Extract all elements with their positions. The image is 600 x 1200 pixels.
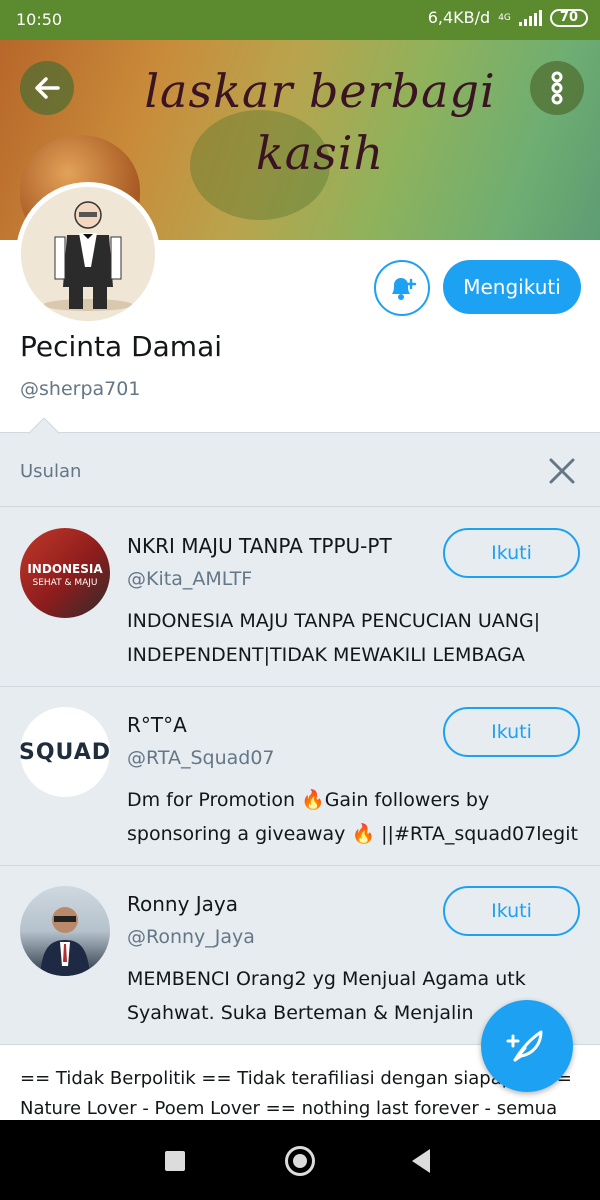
suggestion-handle: @Kita_AMLTF	[127, 568, 253, 590]
compose-feather-icon	[506, 1030, 543, 1062]
avatar-illustration	[21, 187, 155, 321]
recents-button[interactable]	[165, 1151, 185, 1171]
suggestion-item[interactable]: INDONESIA SEHAT & MAJU NKRI MAJU TANPA T…	[0, 508, 600, 687]
close-icon	[549, 458, 575, 484]
close-suggestions-button[interactable]	[546, 455, 578, 487]
profile-avatar[interactable]	[16, 182, 160, 326]
suggestion-bio: INDONESIA MAJU TANPA PENCUCIAN UANG| IND…	[127, 610, 541, 666]
system-back-button[interactable]	[412, 1149, 430, 1173]
banner-text-line2: kasih	[255, 126, 385, 180]
follow-button[interactable]: Ikuti	[443, 528, 580, 578]
more-options-button[interactable]	[530, 61, 584, 115]
more-vertical-icon	[551, 71, 563, 105]
suggestions-header: Usulan	[0, 433, 600, 507]
status-right: 6,4KB/d 4G 70	[428, 8, 588, 27]
bell-plus-icon	[392, 278, 417, 300]
network-speed: 6,4KB/d	[427, 8, 491, 27]
avatar-subtext: SEHAT & MAJU	[32, 578, 98, 588]
signal-icon	[518, 9, 542, 26]
suggestion-handle: @RTA_Squad07	[127, 747, 275, 769]
suggestion-name: R°T°A	[127, 713, 187, 737]
notifications-button[interactable]	[374, 260, 430, 316]
suggestion-name: Ronny Jaya	[127, 892, 239, 916]
back-arrow-icon	[35, 77, 60, 99]
back-button[interactable]	[20, 61, 74, 115]
suggestion-item[interactable]: SQUAD R°T°A @RTA_Squad07 Dm for Promotio…	[0, 687, 600, 866]
following-button[interactable]: Mengikuti	[443, 260, 581, 314]
person-photo	[40, 907, 90, 976]
banner-text: laskar berbagi kasih	[110, 60, 530, 184]
status-time: 10:50	[16, 10, 63, 29]
suggestion-avatar[interactable]: SQUAD	[20, 707, 110, 797]
battery-icon: 70	[549, 8, 588, 27]
suggestions-title: Usulan	[20, 461, 82, 482]
suggestion-handle: @Ronny_Jaya	[127, 926, 255, 948]
avatar-text: INDONESIA	[27, 562, 103, 576]
home-button[interactable]	[285, 1146, 315, 1176]
suggestion-avatar[interactable]	[20, 886, 110, 976]
suggestion-name: NKRI MAJU TANPA TPPU-PT	[127, 534, 392, 558]
status-bar: 10:50 6,4KB/d 4G 70	[0, 0, 600, 40]
profile-name: Pecinta Damai	[20, 330, 223, 363]
suggestion-bio: Dm for Promotion 🔥Gain followers by spon…	[127, 789, 578, 845]
system-nav-bar	[0, 1120, 600, 1200]
network-type: 4G	[498, 12, 511, 23]
suggestion-avatar[interactable]: INDONESIA SEHAT & MAJU	[20, 528, 110, 618]
follow-button[interactable]: Ikuti	[443, 707, 580, 757]
compose-tweet-button[interactable]	[481, 1000, 573, 1092]
profile-handle: @sherpa701	[20, 378, 141, 400]
follow-button[interactable]: Ikuti	[443, 886, 580, 936]
suggestions-panel: Usulan INDONESIA SEHAT & MAJU NKRI MAJU …	[0, 417, 600, 1045]
banner-text-line1: laskar berbagi	[144, 64, 496, 118]
